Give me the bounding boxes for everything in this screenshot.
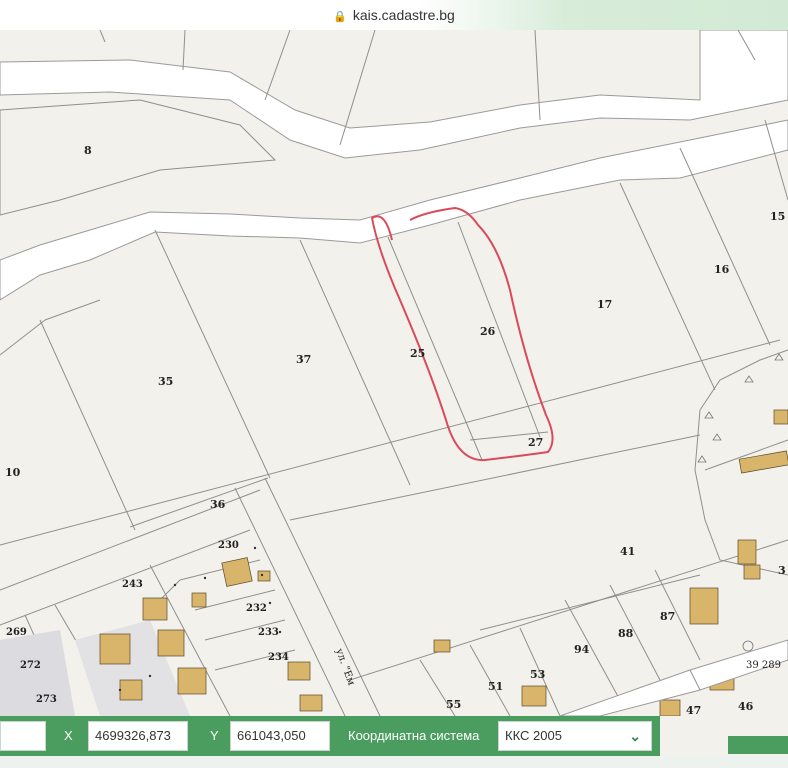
parcel-15[interactable]: 15 xyxy=(770,210,785,223)
parcel-26[interactable]: 26 xyxy=(480,325,496,338)
parcel-87[interactable]: 87 xyxy=(660,610,675,623)
coordinate-system-select[interactable]: ККС 2005 ⌄ xyxy=(498,721,652,751)
coordinate-system-value: ККС 2005 xyxy=(505,728,562,743)
parcel-243[interactable]: 243 xyxy=(122,579,143,590)
parcel-47[interactable]: 47 xyxy=(686,704,701,716)
map-control-button[interactable] xyxy=(728,736,788,754)
x-coordinate-field[interactable]: 4699326,873 xyxy=(88,721,188,751)
parcel-272[interactable]: 272 xyxy=(20,660,41,671)
parcel-234[interactable]: 234 xyxy=(268,652,289,663)
x-label: X xyxy=(64,728,73,743)
parcel-35[interactable]: 35 xyxy=(158,375,173,388)
point-label: 39 289 xyxy=(746,660,781,671)
parcel-269[interactable]: 269 xyxy=(6,627,27,638)
parcel-25[interactable]: 25 xyxy=(410,347,425,360)
url-text: kais.cadastre.bg xyxy=(352,7,455,23)
url-display[interactable]: 🔒 kais.cadastre.bg xyxy=(0,7,788,23)
parcel-94[interactable]: 94 xyxy=(574,643,590,656)
parcel-51[interactable]: 51 xyxy=(488,680,503,693)
browser-address-bar: 🔒 kais.cadastre.bg xyxy=(0,0,788,30)
parcel-232[interactable]: 232 xyxy=(246,603,267,614)
parcel-10[interactable]: 10 xyxy=(5,466,21,479)
parcel-16[interactable]: 16 xyxy=(714,263,730,276)
coordinate-strip-bottom xyxy=(0,756,788,768)
chevron-down-icon: ⌄ xyxy=(629,728,641,744)
parcel-233[interactable]: 233 xyxy=(258,627,279,638)
parcel-27[interactable]: 27 xyxy=(528,436,543,449)
parcel-88[interactable]: 88 xyxy=(618,627,634,640)
parcel-55[interactable]: 55 xyxy=(446,698,461,711)
parcel-3[interactable]: 3 xyxy=(778,564,786,577)
coordinate-system-label: Координатна система xyxy=(348,728,480,743)
lock-icon: 🔒 xyxy=(333,11,347,23)
coordinate-left-field[interactable] xyxy=(0,721,46,751)
parcel-53[interactable]: 53 xyxy=(530,668,545,681)
cadastral-map[interactable]: 8 15 16 17 26 25 37 35 10 27 36 41 230 2… xyxy=(0,30,788,716)
parcel-273[interactable]: 273 xyxy=(36,694,57,705)
parcel-36[interactable]: 36 xyxy=(210,498,226,511)
parcel-41[interactable]: 41 xyxy=(620,545,635,558)
parcel-17[interactable]: 17 xyxy=(597,298,612,311)
parcel-37[interactable]: 37 xyxy=(296,353,311,366)
parcel-230[interactable]: 230 xyxy=(218,540,239,551)
parcel-46[interactable]: 46 xyxy=(738,700,754,713)
y-coordinate-field[interactable]: 661043,050 xyxy=(230,721,330,751)
parcel-8[interactable]: 8 xyxy=(84,144,92,157)
coordinate-bar: X 4699326,873 Y 661043,050 Координатна с… xyxy=(0,716,788,768)
y-label: Y xyxy=(210,728,219,743)
